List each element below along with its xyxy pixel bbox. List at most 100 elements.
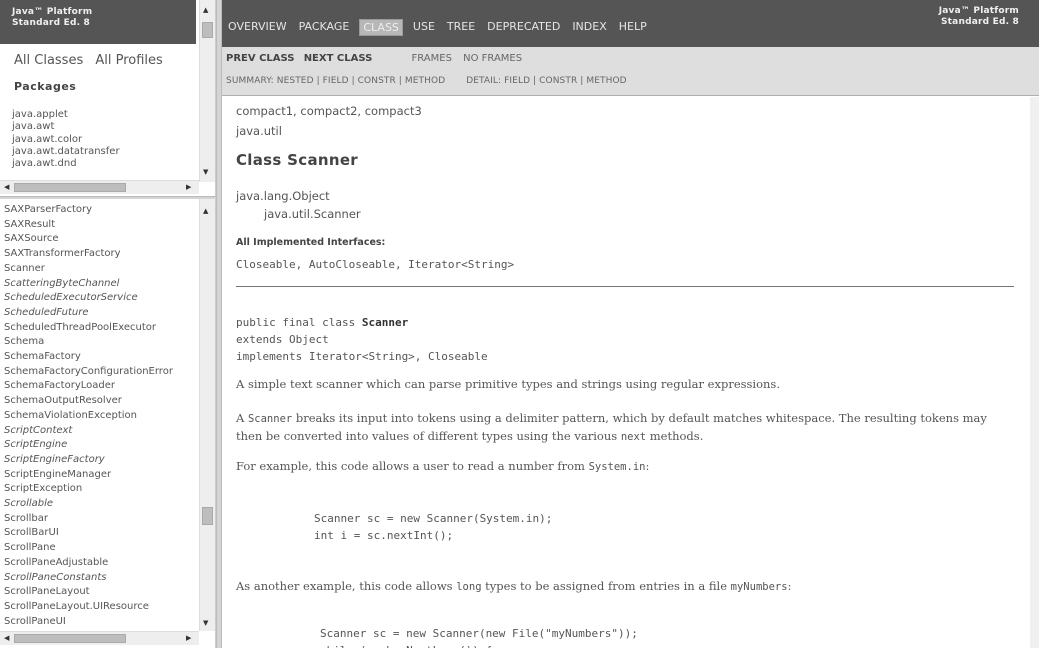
- banner-line-2: Standard Ed. 8: [941, 17, 1019, 27]
- next-class-link[interactable]: NEXT CLASS: [304, 53, 373, 64]
- inheritance-parent[interactable]: java.lang.Object: [236, 189, 330, 203]
- package-link[interactable]: java.applet: [12, 109, 120, 121]
- scroll-right-icon[interactable]: ▶: [186, 634, 191, 643]
- package-link[interactable]: java.awt.dnd: [12, 158, 120, 170]
- interface-link[interactable]: ScrollPaneConstants: [4, 571, 197, 586]
- declaration-line-3: implements Iterator<String>, Closeable: [236, 350, 488, 363]
- class-declaration: public final class Scanner extends Objec…: [236, 314, 488, 365]
- top-navbar: OVERVIEW PACKAGE CLASS USE TREE DEPRECATED IND…: [222, 0, 1039, 47]
- class-link[interactable]: Scanner: [4, 262, 197, 277]
- banner-line-1: Java™ Platform: [938, 6, 1019, 16]
- nav-deprecated[interactable]: DEPRECATED: [485, 19, 562, 36]
- interface-link[interactable]: ScatteringByteChannel: [4, 277, 197, 292]
- description-paragraph-2: A Scanner breaks its input into tokens u…: [236, 411, 987, 443]
- frames-links: FRAMES NO FRAMES: [412, 53, 531, 64]
- scroll-right-icon[interactable]: ▶: [186, 183, 191, 192]
- class-link[interactable]: SAXTransformerFactory: [4, 247, 197, 262]
- prev-class-link[interactable]: PREV CLASS: [226, 53, 295, 64]
- nav-overview[interactable]: OVERVIEW: [226, 19, 289, 36]
- frames-link[interactable]: FRAMES: [412, 53, 452, 64]
- scroll-up-icon[interactable]: ▲: [203, 6, 208, 14]
- scroll-down-icon[interactable]: ▼: [203, 619, 208, 627]
- code-example-2: Scanner sc = new Scanner(new File("myNum…: [320, 627, 638, 648]
- packages-heading: Packages: [14, 80, 77, 93]
- description-paragraph-1: A simple text scanner which can parse pr…: [236, 377, 780, 391]
- description-paragraph-3: For example, this code allows a user to …: [236, 459, 650, 473]
- nav-index[interactable]: INDEX: [570, 19, 608, 36]
- class-link[interactable]: SchemaFactory: [4, 350, 197, 365]
- class-link[interactable]: SAXParserFactory: [4, 203, 197, 218]
- packages-vertical-scrollbar[interactable]: ▲ ▼: [199, 0, 215, 182]
- class-list: SAXParserFactory SAXResult SAXSource SAXTra…: [4, 203, 197, 629]
- content-vertical-scrollbar[interactable]: [1030, 97, 1039, 648]
- class-link[interactable]: SchemaFactoryConfigurationError: [4, 365, 197, 380]
- interface-link[interactable]: ScheduledExecutorService: [4, 291, 197, 306]
- class-link[interactable]: ScheduledThreadPoolExecutor: [4, 321, 197, 336]
- package-link[interactable]: java.awt: [12, 121, 120, 133]
- package-list: java.applet java.awt java.awt.color java.aw…: [12, 109, 120, 170]
- scrollbar-thumb[interactable]: [14, 634, 126, 643]
- scroll-left-icon[interactable]: ◀: [4, 634, 9, 643]
- no-frames-link[interactable]: NO FRAMES: [463, 53, 522, 64]
- classes-horizontal-scrollbar[interactable]: ◀ ▶: [0, 631, 199, 645]
- class-link[interactable]: SAXResult: [4, 218, 197, 233]
- nav-class: CLASS: [359, 19, 403, 36]
- interface-link[interactable]: ScheduledFuture: [4, 306, 197, 321]
- code-example-1: Scanner sc = new Scanner(System.in); int…: [314, 512, 553, 542]
- banner-line-1: Java™ Platform: [12, 7, 93, 17]
- scroll-down-icon[interactable]: ▼: [203, 168, 208, 176]
- interface-link[interactable]: Scrollable: [4, 497, 197, 512]
- banner-line-2: Standard Ed. 8: [12, 18, 90, 28]
- interface-link[interactable]: ScriptContext: [4, 424, 197, 439]
- class-link[interactable]: Scrollbar: [4, 512, 197, 527]
- inheritance-child: java.util.Scanner: [264, 207, 361, 221]
- class-link[interactable]: ScrollBarUI: [4, 526, 197, 541]
- package-label: java.util: [236, 124, 282, 138]
- scroll-up-icon[interactable]: ▲: [203, 207, 208, 215]
- scrollbar-thumb[interactable]: [202, 22, 213, 38]
- class-link[interactable]: ScrollPaneUI: [4, 615, 197, 630]
- class-link[interactable]: ScrollPane: [4, 541, 197, 556]
- all-profiles-link[interactable]: All Profiles: [95, 53, 162, 68]
- scroll-left-icon[interactable]: ◀: [4, 183, 9, 192]
- packages-horizontal-scrollbar[interactable]: ◀ ▶: [0, 180, 199, 194]
- class-link[interactable]: SchemaOutputResolver: [4, 394, 197, 409]
- class-link[interactable]: ScrollPaneAdjustable: [4, 556, 197, 571]
- summary-links[interactable]: SUMMARY: NESTED | FIELD | CONSTR | METHO…: [226, 76, 445, 86]
- package-link[interactable]: java.awt.color: [12, 134, 120, 146]
- interface-link[interactable]: ScriptEngine: [4, 438, 197, 453]
- nav-package[interactable]: PACKAGE: [297, 19, 352, 36]
- scrollbar-thumb[interactable]: [14, 183, 126, 192]
- scrollbar-thumb[interactable]: [202, 507, 213, 525]
- class-name: Scanner: [361, 316, 409, 329]
- nav-help[interactable]: HELP: [617, 19, 649, 36]
- class-frame: OVERVIEW PACKAGE CLASS USE TREE DEPRECATED IND…: [222, 0, 1039, 648]
- detail-links[interactable]: DETAIL: FIELD | CONSTR | METHOD: [466, 76, 627, 86]
- nav-use[interactable]: USE: [411, 19, 437, 36]
- package-link[interactable]: java.awt.datatransfer: [12, 146, 120, 158]
- interface-link[interactable]: ScriptEngineFactory: [4, 453, 197, 468]
- implemented-interfaces-label: All Implemented Interfaces:: [236, 237, 386, 248]
- divider: [236, 286, 1014, 287]
- declaration-line-2: extends Object: [236, 333, 329, 346]
- summary-detail-row: SUMMARY: NESTED | FIELD | CONSTR | METHO…: [226, 76, 627, 86]
- classes-vertical-scrollbar[interactable]: ▲ ▼: [199, 199, 215, 631]
- implemented-interfaces-list[interactable]: Closeable, AutoCloseable, Iterator<Strin…: [236, 258, 514, 271]
- declaration-line-1: public final class Scanner: [236, 316, 409, 329]
- classes-frame: SAXParserFactory SAXResult SAXSource SAXTra…: [0, 199, 216, 648]
- class-nav-row: PREV CLASS NEXT CLASS FRAMES NO FRAMES: [226, 53, 530, 64]
- description-paragraph-4: As another example, this code allows lon…: [236, 579, 792, 593]
- class-link[interactable]: SchemaFactoryLoader: [4, 379, 197, 394]
- class-link[interactable]: ScriptEngineManager: [4, 468, 197, 483]
- class-link[interactable]: ScriptException: [4, 482, 197, 497]
- class-link[interactable]: Schema: [4, 335, 197, 350]
- profiles-label: compact1, compact2, compact3: [236, 104, 422, 118]
- nav-tree[interactable]: TREE: [445, 19, 477, 36]
- all-classes-link[interactable]: All Classes: [14, 53, 83, 68]
- class-link[interactable]: SAXSource: [4, 232, 197, 247]
- class-content: compact1, compact2, compact3 java.util C…: [222, 97, 1030, 648]
- class-link[interactable]: ScrollPaneLayout.UIResource: [4, 600, 197, 615]
- class-link[interactable]: SchemaViolationException: [4, 409, 197, 424]
- platform-banner-right: Java™ Platform Standard Ed. 8: [938, 6, 1019, 28]
- class-link[interactable]: ScrollPaneLayout: [4, 585, 197, 600]
